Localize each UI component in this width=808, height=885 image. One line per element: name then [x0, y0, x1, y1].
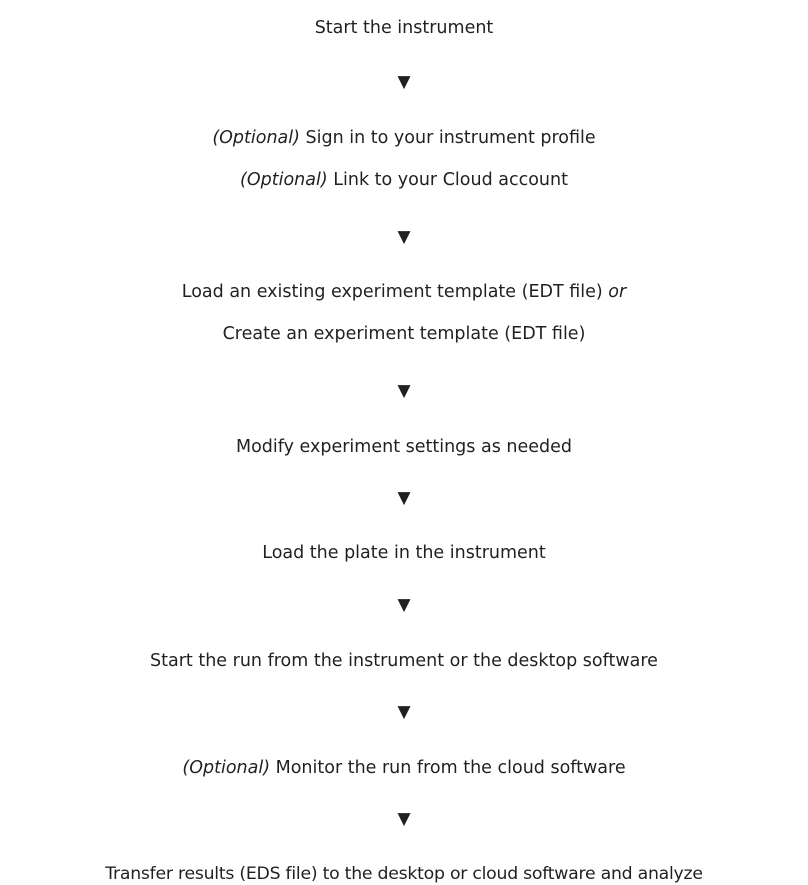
step-start-run: Start the run from the instrument or the…: [150, 651, 658, 671]
step-load-plate: Load the plate in the instrument: [262, 543, 546, 563]
step-create-template: Create an experiment template (EDT file): [222, 324, 586, 344]
step-monitor-run-text: Monitor the run from the cloud software: [275, 758, 626, 778]
step-monitor-run: (Optional) Monitor the run from the clou…: [0, 757, 808, 779]
step-link-cloud-text: Link to your Cloud account: [333, 170, 568, 190]
arrow-down-icon: ▼: [397, 488, 411, 508]
arrow-down-icon: ▼: [397, 381, 411, 401]
optional-label: (Optional): [182, 758, 271, 778]
step-load-template-text: Load an existing experiment template (ED…: [181, 282, 603, 302]
step-start-instrument: Start the instrument: [314, 18, 494, 38]
arrow-down-icon: ▼: [397, 227, 411, 247]
arrow-down-icon: ▼: [397, 702, 411, 722]
step-modify-settings: Modify experiment settings as needed: [236, 437, 572, 457]
or-label: or: [608, 282, 627, 302]
step-load-template: Load an existing experiment template (ED…: [0, 281, 808, 303]
step-sign-in: (Optional) Sign in to your instrument pr…: [0, 127, 808, 149]
arrow-down-icon: ▼: [397, 72, 411, 92]
optional-label: (Optional): [240, 170, 328, 190]
arrow-down-icon: ▼: [397, 595, 411, 615]
arrow-down-icon: ▼: [397, 809, 411, 829]
step-link-cloud: (Optional) Link to your Cloud account: [0, 169, 808, 191]
step-sign-in-text: Sign in to your instrument profile: [305, 128, 596, 148]
step-transfer-results: Transfer results (EDS file) to the deskt…: [105, 864, 703, 884]
optional-label: (Optional): [212, 128, 300, 148]
workflow-diagram: Start the instrument ▼ (Optional) Sign i…: [0, 0, 808, 884]
